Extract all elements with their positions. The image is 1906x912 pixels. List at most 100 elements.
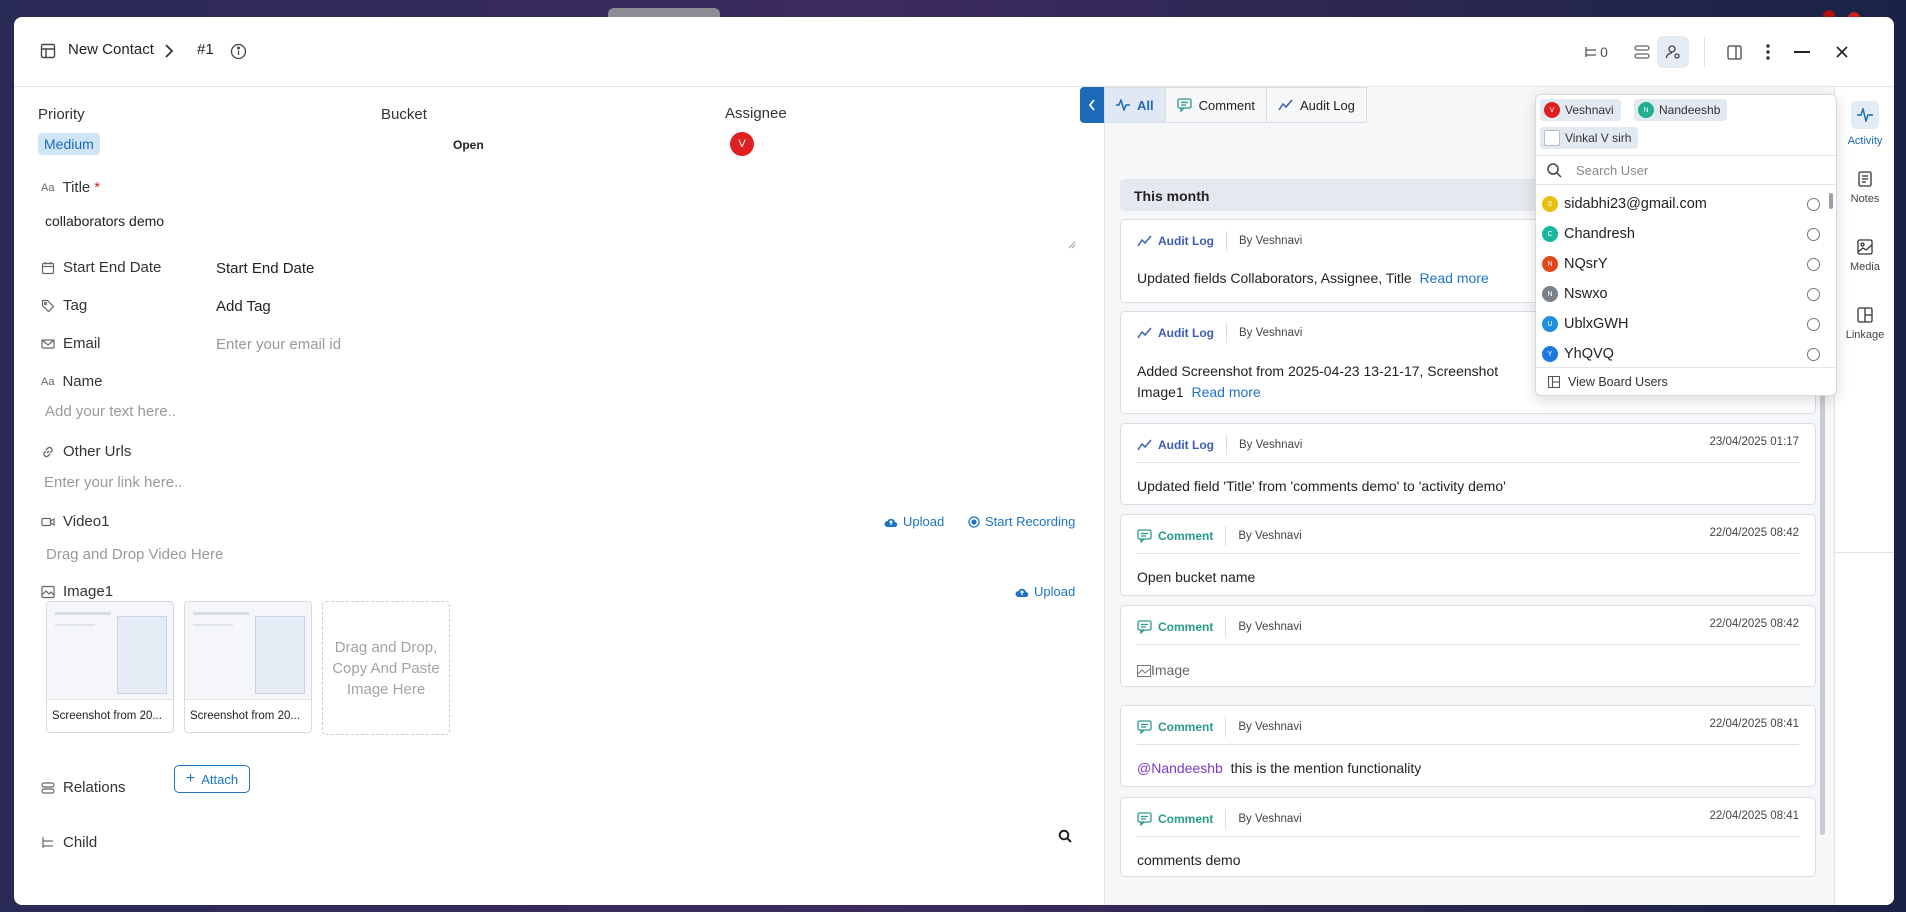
name-label: Name: [62, 373, 103, 390]
record-id: #1: [197, 41, 214, 58]
tab-comment-label: Comment: [1198, 97, 1255, 113]
card-type: Comment: [1158, 620, 1214, 634]
card-author: By Veshnavi: [1238, 327, 1303, 339]
user-option[interactable]: N NQsrY: [1542, 249, 1826, 279]
cloud-upload-icon: [884, 518, 898, 527]
image-upload-button[interactable]: Upload: [1015, 584, 1075, 599]
date-label: Start End Date: [63, 259, 162, 276]
rail-item-media[interactable]: Media: [1835, 239, 1894, 273]
title-input[interactable]: collaborators demo: [38, 207, 1104, 252]
minimize-button[interactable]: [1786, 36, 1818, 68]
rail-item-linkage[interactable]: Linkage: [1835, 307, 1894, 341]
more-options-button[interactable]: [1752, 36, 1784, 68]
plus-icon: +: [185, 770, 196, 787]
trend-icon: [1137, 235, 1152, 247]
card-date: 22/04/2025 08:42: [1709, 527, 1799, 539]
date-picker[interactable]: Start End Date: [216, 260, 314, 277]
card-type: Comment: [1158, 720, 1214, 734]
view-board-users-link[interactable]: View Board Users: [1536, 367, 1836, 395]
avatar: N: [1542, 256, 1558, 272]
read-more-link[interactable]: Read more: [1420, 270, 1489, 286]
link-icon: [43, 446, 53, 457]
tab-audit-log-label: Audit Log: [1299, 97, 1355, 113]
image-thumbnail[interactable]: Screenshot from 20...: [46, 601, 174, 733]
email-field-label: Email: [41, 335, 101, 352]
selected-user-chip[interactable]: Vinkal V sirh: [1540, 127, 1639, 149]
name-input[interactable]: Add your text here..: [45, 403, 176, 420]
user-option[interactable]: N Nswxo: [1542, 279, 1826, 309]
child-count-button[interactable]: 0: [1574, 36, 1618, 68]
urls-field-label: Other Urls: [41, 443, 131, 460]
card-author: By Veshnavi: [1238, 235, 1303, 247]
relations-field-label: Relations: [41, 779, 126, 796]
selected-user-chip[interactable]: N Nandeeshb: [1634, 99, 1728, 121]
info-icon[interactable]: [230, 43, 247, 60]
urls-input[interactable]: Enter your link here..: [44, 474, 182, 491]
comment-badge: Comment: [1137, 529, 1213, 543]
tab-all[interactable]: All: [1104, 87, 1166, 123]
child-field-label: Child: [41, 834, 97, 851]
mention-link[interactable]: @Nandeeshb: [1137, 760, 1223, 776]
avatar: U: [1542, 316, 1558, 332]
cloud-upload-icon: [1015, 588, 1029, 597]
bucket-value[interactable]: Open: [453, 138, 484, 152]
tab-audit-log[interactable]: Audit Log: [1266, 87, 1367, 123]
media-icon: [1857, 239, 1873, 255]
minimize-icon: [1794, 51, 1810, 53]
start-recording-button[interactable]: Start Recording: [968, 514, 1075, 529]
selected-user-chip[interactable]: V Veshnavi: [1540, 99, 1621, 121]
sidebar-toggle-button[interactable]: [1718, 36, 1750, 68]
attach-button[interactable]: + Attach: [174, 765, 250, 793]
card-author: By Veshnavi: [1238, 621, 1302, 633]
child-label: Child: [63, 834, 98, 851]
card-text: Open bucket name: [1137, 569, 1256, 585]
read-more-link[interactable]: Read more: [1191, 384, 1260, 400]
resize-handle-icon[interactable]: [1068, 241, 1076, 249]
assignee-avatar[interactable]: V: [730, 132, 754, 156]
rail-item-notes[interactable]: Notes: [1835, 171, 1894, 205]
avatar: Y: [1542, 346, 1558, 362]
layout-icon[interactable]: [40, 43, 56, 59]
video-upload-button[interactable]: Upload: [884, 514, 944, 529]
relations-button[interactable]: [1626, 36, 1658, 68]
image-field-label: Image1: [41, 583, 113, 600]
rail-divider: [1835, 552, 1894, 553]
mail-icon: [41, 338, 55, 349]
broken-image-icon: [1137, 664, 1151, 677]
activity-tabs: All Comment Audit Log: [1104, 87, 1367, 123]
collapse-panel-button[interactable]: [1080, 87, 1104, 123]
video-dropzone[interactable]: Drag and Drop Video Here: [46, 546, 223, 563]
priority-badge[interactable]: Medium: [38, 133, 100, 155]
card-text: Added Screenshot from 2025-04-23 13-21-1…: [1137, 363, 1499, 379]
add-tag-button[interactable]: Add Tag: [216, 298, 271, 315]
thumbnail-preview: [47, 602, 173, 700]
card-author: By Veshnavi: [1238, 813, 1302, 825]
image-thumbnail[interactable]: Screenshot from 20...: [184, 601, 312, 733]
card-type: Audit Log: [1158, 234, 1214, 248]
title-field-label: Aa Title *: [41, 179, 100, 196]
card-type: Audit Log: [1158, 438, 1214, 452]
rail-item-activity[interactable]: Activity: [1835, 101, 1894, 147]
collaborators-button[interactable]: [1657, 36, 1689, 68]
card-author: By Veshnavi: [1238, 530, 1302, 542]
search-icon[interactable]: [1058, 829, 1072, 843]
user-search-field[interactable]: Search User: [1536, 155, 1836, 185]
user-icon: [1807, 197, 1820, 211]
email-input[interactable]: Enter your email id: [216, 336, 341, 353]
rail-label: Notes: [1850, 193, 1880, 205]
image-dropzone[interactable]: Drag and Drop, Copy And Paste Image Here: [322, 601, 450, 735]
user-option[interactable]: Ssidabhi23@gmail.com: [1542, 189, 1826, 219]
activity-icon: [1116, 99, 1130, 111]
user-icon: [1807, 257, 1820, 271]
record-icon: [968, 515, 980, 528]
user-option[interactable]: U UblxGWH: [1542, 309, 1826, 339]
dropdown-scrollbar[interactable]: [1829, 193, 1833, 209]
user-option[interactable]: C Chandresh: [1542, 219, 1826, 249]
user-option[interactable]: Y YhQVQ: [1542, 339, 1826, 369]
close-button[interactable]: [1826, 36, 1858, 68]
user-icon: [1807, 287, 1820, 301]
user-name: UblxGWH: [1564, 316, 1629, 332]
tab-comment[interactable]: Comment: [1165, 87, 1267, 123]
contact-modal: New Contact #1 0 Priority Medium Bucket …: [14, 17, 1894, 905]
comment-icon: [1137, 529, 1152, 543]
